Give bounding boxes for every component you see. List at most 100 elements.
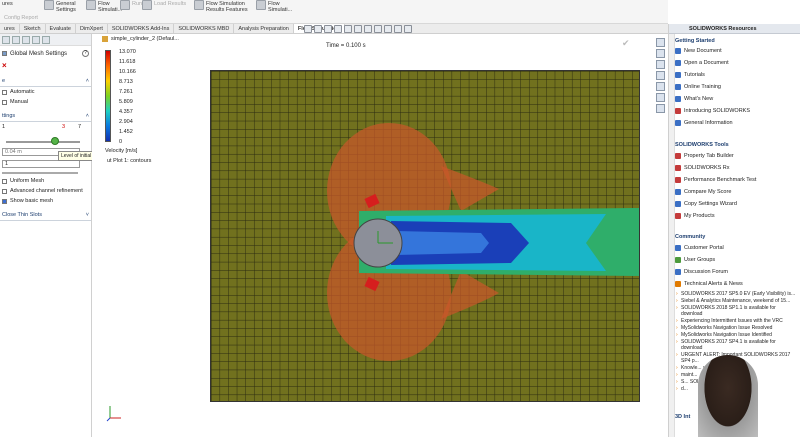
tab-evaluate[interactable]: Evaluate	[46, 24, 76, 33]
close-icon: ×	[2, 61, 7, 70]
forum-icon[interactable]	[656, 104, 665, 113]
advanced-refinement-option[interactable]: Advanced channel refinement	[0, 186, 91, 196]
link-user-groups[interactable]: User Groups	[675, 257, 715, 263]
link-customer-portal[interactable]: Customer Portal	[675, 245, 724, 251]
cancel-button[interactable]: ×	[0, 59, 91, 72]
initial-mesh-slider-track[interactable]	[6, 141, 80, 143]
view-palette-icon[interactable]	[656, 71, 665, 80]
link-technical-alerts[interactable]: Technical Alerts & News	[675, 281, 743, 287]
graphics-viewport[interactable]: simple_cylinder_2 (Defaul... Time = 0.10…	[92, 34, 668, 437]
getting-started-header[interactable]: Getting Started	[675, 38, 715, 44]
feature-tree-icon[interactable]	[2, 36, 10, 44]
hide-show-icon[interactable]	[364, 25, 372, 33]
online-training-icon	[675, 84, 681, 90]
type-section-header[interactable]: e ˄	[0, 76, 91, 87]
cut-plot-label: ut Plot 1: contours	[107, 158, 152, 164]
ribbon-flow-simulation-tree[interactable]: Flow Simulati...	[86, 0, 122, 24]
whats-new-icon	[675, 96, 681, 102]
news-item[interactable]: MySolidworks Navigation Issue Identified	[676, 332, 797, 339]
flow-tree-icon	[86, 0, 96, 10]
community-header[interactable]: Community	[675, 234, 705, 240]
3d-interconnect-header[interactable]: 3D Int	[675, 414, 690, 420]
link-compare-score[interactable]: Compare My Score	[675, 189, 731, 195]
ribbon-general-settings[interactable]: General Settings	[44, 0, 76, 24]
view-settings-icon[interactable]	[394, 25, 402, 33]
automatic-option[interactable]: Automatic	[0, 87, 91, 97]
display-manager-icon[interactable]	[42, 36, 50, 44]
secondary-slider[interactable]	[2, 172, 78, 174]
design-library-icon[interactable]	[656, 49, 665, 58]
task-pane-tabs	[656, 34, 668, 113]
link-online-training[interactable]: Online Training	[675, 84, 721, 90]
custom-properties-icon[interactable]	[656, 93, 665, 102]
tab-sketch[interactable]: Sketch	[20, 24, 46, 33]
news-item[interactable]: SOLIDWORKS 2017 SP4.1 is available for d…	[676, 339, 797, 351]
news-item[interactable]: Experiencing Intermittent Issues with th…	[676, 318, 797, 325]
uniform-mesh-checkbox[interactable]	[2, 178, 7, 184]
manual-option[interactable]: Manual	[0, 97, 91, 107]
confirm-check-icon[interactable]: ✔	[622, 38, 630, 49]
appearance-icon[interactable]	[374, 25, 382, 33]
ribbon-load-results[interactable]: Load Results	[142, 0, 186, 24]
new-document-icon	[675, 48, 681, 54]
uniform-mesh-option[interactable]: Uniform Mesh	[0, 176, 91, 186]
legend-color-bar	[105, 50, 111, 142]
link-my-products[interactable]: My Products	[675, 213, 715, 219]
show-basic-mesh-checkbox[interactable]	[2, 198, 7, 204]
zoom-area-icon[interactable]	[314, 25, 322, 33]
mesh-count-field[interactable]: 1	[2, 160, 80, 168]
ribbon-results-features[interactable]: Flow Simulation Results Features	[194, 0, 248, 24]
config-manager-icon[interactable]	[22, 36, 30, 44]
appearances-icon[interactable]	[656, 82, 665, 91]
display-style-icon[interactable]	[354, 25, 362, 33]
legend-value: 8.713	[119, 79, 133, 85]
display-pane-icon[interactable]	[404, 25, 412, 33]
dim-xpert-icon[interactable]	[32, 36, 40, 44]
help-icon[interactable]: ?	[82, 50, 89, 57]
link-copy-settings[interactable]: Copy Settings Wizard	[675, 201, 737, 207]
tab-dimxpert[interactable]: DimXpert	[76, 24, 108, 33]
property-manager-icon[interactable]	[12, 36, 20, 44]
previous-view-icon[interactable]	[324, 25, 332, 33]
advanced-refinement-checkbox[interactable]	[2, 188, 7, 194]
section-view-icon[interactable]	[334, 25, 342, 33]
automatic-icon	[2, 89, 7, 95]
link-general-information[interactable]: General Information	[675, 120, 733, 126]
tree-flyout[interactable]: simple_cylinder_2 (Defaul...	[102, 36, 179, 42]
show-basic-mesh-option[interactable]: Show basic mesh	[0, 196, 91, 206]
tab-addins[interactable]: SOLIDWORKS Add-Ins	[108, 24, 175, 33]
tab-analysis-preparation[interactable]: Analysis Preparation	[234, 24, 294, 33]
close-thin-slots-header[interactable]: Close Thin Slots ˅	[0, 210, 91, 221]
link-whats-new[interactable]: What's New	[675, 96, 713, 102]
tab-mbd[interactable]: SOLIDWORKS MBD	[174, 24, 235, 33]
link-new-document[interactable]: New Document	[675, 48, 722, 54]
news-item[interactable]: SOLIDWORKS 2018 SP1.1 is available for d…	[676, 305, 797, 317]
ribbon-run[interactable]: Run	[120, 0, 142, 24]
link-discussion-forum[interactable]: Discussion Forum	[675, 269, 728, 275]
legend-title: Velocity [m/s]	[105, 148, 138, 154]
view-orientation-icon[interactable]	[344, 25, 352, 33]
news-item[interactable]: Siebel & Analytics Maintenance, weekend …	[676, 298, 797, 305]
flow-simulation-mesh[interactable]	[210, 70, 640, 402]
ribbon-flow-simulation-toggle[interactable]: Flow Simulati...	[256, 0, 292, 24]
legend-value: 13.070	[119, 49, 136, 55]
link-tutorials[interactable]: Tutorials	[675, 72, 705, 78]
news-item[interactable]: MySolidworks Navigation Issue Resolved	[676, 325, 797, 332]
settings-section-header[interactable]: ttings ˄	[0, 111, 91, 122]
link-open-document[interactable]: Open a Document	[675, 60, 729, 66]
scene-icon[interactable]	[384, 25, 392, 33]
zoom-fit-icon[interactable]	[304, 25, 312, 33]
slider-value: 3	[61, 124, 66, 130]
resources-tab-icon[interactable]	[656, 38, 665, 47]
link-solidworks-rx[interactable]: SOLIDWORKS Rx	[675, 165, 730, 171]
tab-features[interactable]: ures	[0, 24, 20, 33]
link-property-tab-builder[interactable]: Property Tab Builder	[675, 153, 734, 159]
task-pane-title: SOLIDWORKS Resources	[669, 24, 800, 34]
tools-header[interactable]: SOLIDWORKS Tools	[675, 142, 729, 148]
file-explorer-icon[interactable]	[656, 60, 665, 69]
link-benchmark-test[interactable]: Performance Benchmark Test	[675, 177, 756, 183]
news-item[interactable]: SOLIDWORKS 2017 SP5.0 EV (Early Visibili…	[676, 291, 797, 298]
heads-up-view-toolbar	[304, 25, 412, 33]
link-introducing-solidworks[interactable]: Introducing SOLIDWORKS	[675, 108, 750, 114]
initial-mesh-slider-thumb[interactable]	[51, 137, 59, 145]
